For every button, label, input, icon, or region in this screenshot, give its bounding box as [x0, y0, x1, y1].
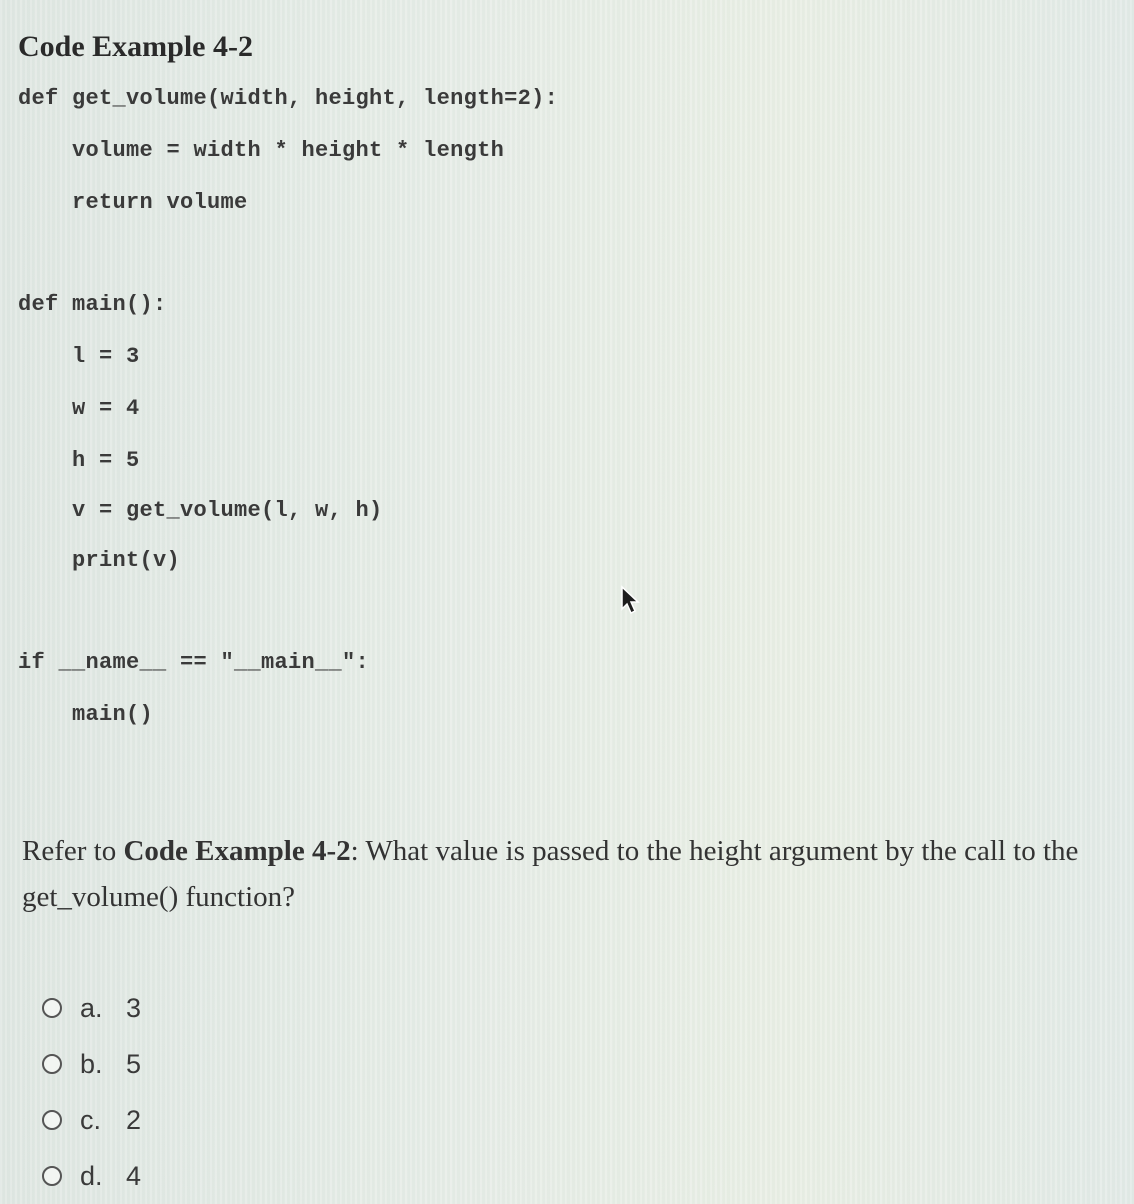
option-c[interactable]: c. 2 — [42, 1092, 141, 1148]
option-value: 3 — [126, 992, 142, 1023]
option-a[interactable]: a. 3 — [42, 980, 141, 1036]
option-d[interactable]: d. 4 — [42, 1148, 141, 1204]
code-line: def get_volume(width, height, length=2): — [18, 86, 559, 111]
code-line: def main(): — [18, 292, 167, 317]
question-reference: Code Example 4-2 — [123, 835, 351, 867]
radio-button[interactable] — [42, 1166, 62, 1186]
answer-options: a. 3 b. 5 c. 2 d. 4 — [42, 980, 141, 1204]
radio-button[interactable] — [42, 1110, 62, 1130]
question-text: Refer to Code Example 4-2: What value is… — [22, 828, 1112, 920]
option-value: 2 — [126, 1104, 142, 1135]
code-line: l = 3 — [18, 344, 140, 369]
option-letter: c. — [80, 1104, 102, 1135]
option-b[interactable]: b. 5 — [42, 1036, 141, 1092]
code-line: w = 4 — [18, 396, 140, 421]
code-line: v = get_volume(l, w, h) — [18, 498, 383, 523]
code-line: return volume — [18, 190, 248, 215]
radio-button[interactable] — [42, 998, 62, 1018]
code-line: if __name__ == "__main__": — [18, 650, 370, 675]
question-prefix: Refer to — [22, 835, 124, 867]
code-line: volume = width * height * length — [18, 138, 505, 163]
code-line: print(v) — [18, 548, 181, 573]
option-letter: a. — [80, 992, 103, 1023]
radio-button[interactable] — [42, 1054, 62, 1074]
option-letter: b. — [80, 1048, 103, 1079]
code-line: main() — [18, 702, 154, 727]
option-letter: d. — [80, 1160, 103, 1191]
mouse-pointer-icon — [621, 585, 640, 615]
option-value: 4 — [126, 1160, 142, 1191]
option-value: 5 — [126, 1048, 142, 1079]
code-line: h = 5 — [18, 448, 140, 473]
page-title: Code Example 4-2 — [18, 30, 253, 63]
